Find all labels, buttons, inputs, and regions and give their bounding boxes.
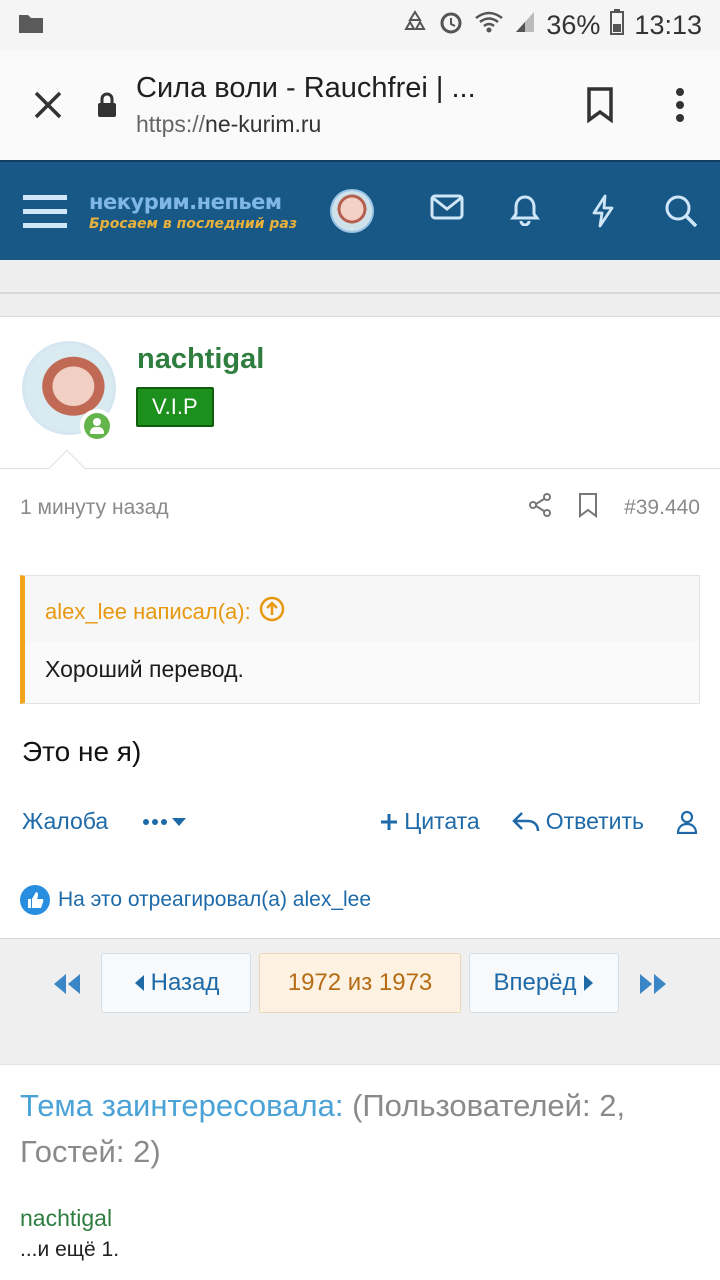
bookmark-button[interactable] xyxy=(560,87,640,123)
lightning-icon xyxy=(592,194,614,228)
signal-icon xyxy=(514,10,536,41)
clock: 13:13 xyxy=(634,9,702,40)
page-url: https://ne-kurim.ru xyxy=(136,111,322,137)
double-left-icon xyxy=(54,974,80,994)
arrow-up-circle-icon xyxy=(259,596,285,628)
pagination: Назад 1972 из 1973 Вперёд xyxy=(0,938,720,1064)
first-page-button[interactable] xyxy=(52,971,82,1002)
account-avatar[interactable] xyxy=(330,189,374,233)
more-actions-button[interactable] xyxy=(142,815,190,829)
bell-icon xyxy=(510,195,540,226)
site-logo[interactable]: некурим.непьем Бросаем в последний раз xyxy=(89,190,316,232)
page-indicator[interactable]: 1972 из 1973 xyxy=(259,953,461,1013)
quote-header[interactable]: alex_lee написал(а): xyxy=(25,576,699,642)
plus-icon xyxy=(381,813,398,830)
next-page-button[interactable]: Вперёд xyxy=(469,953,619,1013)
reaction-text: На это отреагировал(а) alex_lee xyxy=(58,888,372,911)
vip-badge: V.I.P xyxy=(136,387,214,427)
viewer-username[interactable]: nachtigal xyxy=(20,1205,700,1232)
quote-block: alex_lee написал(а): Хороший перевод. xyxy=(20,575,700,704)
wifi-icon xyxy=(474,10,504,41)
menu-toggle-button[interactable] xyxy=(0,193,89,229)
forum-post: nachtigal V.I.P 1 минуту назад #39.440 a… xyxy=(0,316,720,936)
share-button[interactable] xyxy=(528,493,552,523)
prev-page-button[interactable]: Назад xyxy=(101,953,251,1013)
bookmark-post-button[interactable] xyxy=(578,492,598,524)
address-bar[interactable]: Сила воли - Rauchfrei | ... https://ne-k… xyxy=(124,72,560,138)
inbox-button[interactable] xyxy=(408,194,486,228)
reply-icon xyxy=(511,811,539,831)
caret-right-icon xyxy=(583,975,593,991)
post-meta: 1 минуту назад #39.440 xyxy=(0,469,720,547)
divider xyxy=(0,260,720,318)
recycle-icon xyxy=(402,9,428,42)
user-profile-button[interactable] xyxy=(676,810,698,834)
whats-new-button[interactable] xyxy=(564,194,642,228)
bookmark-icon xyxy=(579,493,598,518)
more-vertical-icon xyxy=(676,88,684,122)
caret-left-icon xyxy=(134,975,144,991)
ellipsis-dropdown-icon xyxy=(143,817,187,826)
viewers-more: ...и ещё 1. xyxy=(20,1238,120,1261)
site-navbar: некурим.непьем Бросаем в последний раз xyxy=(0,160,720,260)
reply-button[interactable]: Ответить xyxy=(511,808,644,835)
lock-icon xyxy=(96,91,124,119)
double-right-icon xyxy=(640,974,666,994)
battery-level: 36% xyxy=(546,9,601,40)
quote-text: Хороший перевод. xyxy=(25,642,699,703)
browser-toolbar: Сила воли - Rauchfrei | ... https://ne-k… xyxy=(0,50,720,160)
post-number-link[interactable]: #39.440 xyxy=(624,496,700,520)
user-icon xyxy=(676,810,698,834)
viewers-heading: Тема заинтересовала: (Пользователей: 2, … xyxy=(20,1083,700,1175)
page-title: Сила воли - Rauchfrei | ... xyxy=(136,72,476,104)
post-time[interactable]: 1 минуту назад xyxy=(20,496,528,520)
last-page-button[interactable] xyxy=(638,971,668,1002)
online-status-icon xyxy=(80,409,114,443)
report-link[interactable]: Жалоба xyxy=(22,808,108,835)
alarm-icon xyxy=(438,9,464,42)
close-icon xyxy=(34,91,62,119)
close-tab-button[interactable] xyxy=(0,89,96,121)
post-actions: Жалоба Цитата Ответить xyxy=(0,808,720,835)
thumbs-up-icon xyxy=(20,885,50,915)
envelope-icon xyxy=(430,194,464,220)
viewers-title[interactable]: Тема заинтересовала: xyxy=(20,1088,343,1123)
quote-button[interactable]: Цитата xyxy=(380,808,480,835)
bookmark-icon xyxy=(587,87,613,123)
share-icon xyxy=(529,493,552,517)
post-user-header: nachtigal V.I.P xyxy=(0,317,720,487)
post-message: Это не я) xyxy=(22,736,142,767)
search-button[interactable] xyxy=(642,194,720,228)
menu-button[interactable] xyxy=(640,87,720,123)
folder-icon xyxy=(18,12,44,39)
alerts-button[interactable] xyxy=(486,194,564,228)
search-icon xyxy=(665,195,698,228)
reaction-bar[interactable]: На это отреагировал(а) alex_lee xyxy=(0,885,720,915)
battery-icon xyxy=(610,8,625,42)
status-bar: 36% 13:13 xyxy=(0,0,720,50)
hamburger-icon xyxy=(22,195,67,228)
post-username[interactable]: nachtigal xyxy=(137,343,264,376)
topic-viewers: Тема заинтересовала: (Пользователей: 2, … xyxy=(0,1064,720,1280)
quote-author: alex_lee написал(а): xyxy=(45,599,251,624)
